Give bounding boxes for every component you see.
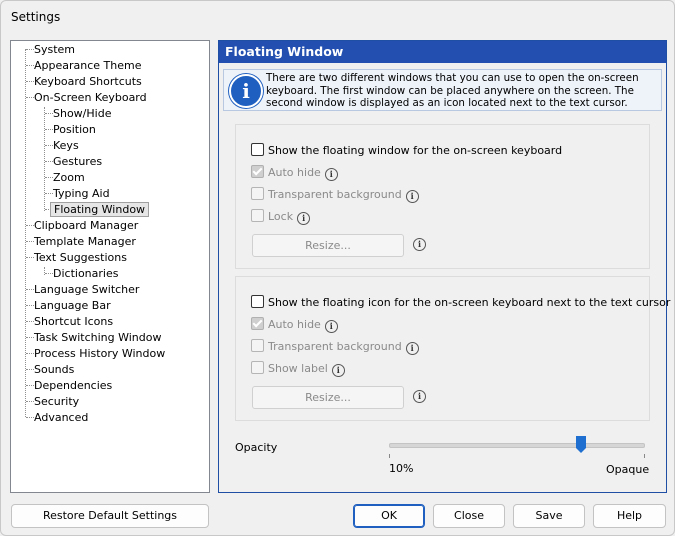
info-text: There are two different windows that you…	[266, 72, 639, 109]
checkbox-box	[251, 165, 264, 178]
checkbox-box	[251, 317, 264, 330]
tree-item-typing-aid[interactable]: Typing Aid	[50, 186, 113, 201]
tree-item-dependencies[interactable]: Dependencies	[31, 378, 115, 393]
tree-item-on-screen-keyboard[interactable]: On-Screen Keyboard	[31, 90, 150, 105]
tree-item-keyboard-shortcuts[interactable]: Keyboard Shortcuts	[31, 74, 145, 89]
show-floating-icon-checkbox[interactable]: Show the floating icon for the on-screen…	[251, 295, 670, 309]
lock-checkbox: Lock i	[251, 209, 311, 225]
checkbox-box[interactable]	[251, 295, 264, 308]
tree-item-floating-window[interactable]: Floating Window	[50, 202, 150, 217]
resize-icon-button: Resize...	[252, 386, 404, 409]
info-icon[interactable]: i	[331, 364, 345, 377]
tree-item-security[interactable]: Security	[31, 394, 82, 409]
tree-item-keys[interactable]: Keys	[50, 138, 82, 153]
info-icon[interactable]: i	[413, 238, 426, 251]
tree-item-appearance-theme[interactable]: Appearance Theme	[31, 58, 145, 73]
checkbox-box	[251, 339, 264, 352]
opacity-max-label: Opaque	[606, 463, 650, 476]
tree-item-sounds[interactable]: Sounds	[31, 362, 77, 377]
tree-line	[25, 49, 26, 417]
save-button[interactable]: Save	[513, 504, 585, 528]
close-button[interactable]: Close	[433, 504, 505, 528]
show-label-checkbox: Show label i	[251, 361, 345, 377]
tree-item-text-suggestions[interactable]: Text Suggestions	[31, 250, 130, 265]
info-icon[interactable]: i	[297, 212, 311, 225]
opacity-label: Opacity	[235, 441, 278, 454]
info-icon[interactable]: i	[405, 342, 419, 355]
tree-item-zoom[interactable]: Zoom	[50, 170, 88, 185]
checkbox-box	[251, 361, 264, 374]
info-icon[interactable]: i	[324, 168, 338, 181]
auto-hide-checkbox: Auto hide i	[251, 317, 338, 333]
checkbox-box[interactable]	[251, 143, 264, 156]
tree-item-shortcut-icons[interactable]: Shortcut Icons	[31, 314, 116, 329]
tree-item-position[interactable]: Position	[50, 122, 99, 137]
opacity-slider[interactable]	[389, 435, 645, 458]
info-icon: i	[229, 74, 263, 108]
slider-thumb[interactable]	[576, 436, 586, 454]
ok-button[interactable]: OK	[353, 504, 425, 528]
opacity-min-label: 10%	[389, 462, 414, 475]
tree-item-system[interactable]: System	[31, 42, 78, 57]
help-button[interactable]: Help	[593, 504, 666, 528]
auto-hide-checkbox: Auto hide i	[251, 165, 338, 181]
tree-item-process-history-window[interactable]: Process History Window	[31, 346, 168, 361]
tree-item-advanced[interactable]: Advanced	[31, 410, 91, 425]
info-box: i There are two different windows that y…	[223, 69, 662, 111]
info-icon[interactable]: i	[405, 190, 419, 203]
tree-item-show-hide[interactable]: Show/Hide	[50, 106, 114, 121]
tree-item-task-switching-window[interactable]: Task Switching Window	[31, 330, 164, 345]
window-title: Settings	[11, 10, 61, 24]
checkbox-box	[251, 187, 264, 200]
tree-item-template-manager[interactable]: Template Manager	[31, 234, 139, 249]
settings-window: Settings System Appearance Theme Keyboar…	[0, 0, 675, 536]
resize-window-button: Resize...	[252, 234, 404, 257]
restore-default-settings-button[interactable]: Restore Default Settings	[11, 504, 209, 528]
transparent-background-checkbox: Transparent background i	[251, 187, 419, 203]
tree-item-gestures[interactable]: Gestures	[50, 154, 105, 169]
show-floating-window-checkbox[interactable]: Show the floating window for the on-scre…	[251, 143, 562, 157]
transparent-background-checkbox: Transparent background i	[251, 339, 419, 355]
info-icon[interactable]: i	[413, 390, 426, 403]
tree-item-dictionaries[interactable]: Dictionaries	[50, 266, 121, 281]
tree-line	[44, 107, 45, 211]
tree-item-language-switcher[interactable]: Language Switcher	[31, 282, 142, 297]
slider-track	[389, 443, 645, 448]
settings-tree[interactable]: System Appearance Theme Keyboard Shortcu…	[10, 40, 210, 493]
panel-title: Floating Window	[219, 41, 666, 63]
floating-icon-group: Show the floating icon for the on-screen…	[235, 276, 670, 421]
checkbox-box	[251, 209, 264, 222]
tree-item-clipboard-manager[interactable]: Clipboard Manager	[31, 218, 141, 233]
info-icon[interactable]: i	[324, 320, 338, 333]
floating-window-group: Show the floating window for the on-scre…	[235, 124, 650, 269]
tree-item-language-bar[interactable]: Language Bar	[31, 298, 114, 313]
floating-window-panel: Floating Window i There are two differen…	[218, 40, 670, 493]
